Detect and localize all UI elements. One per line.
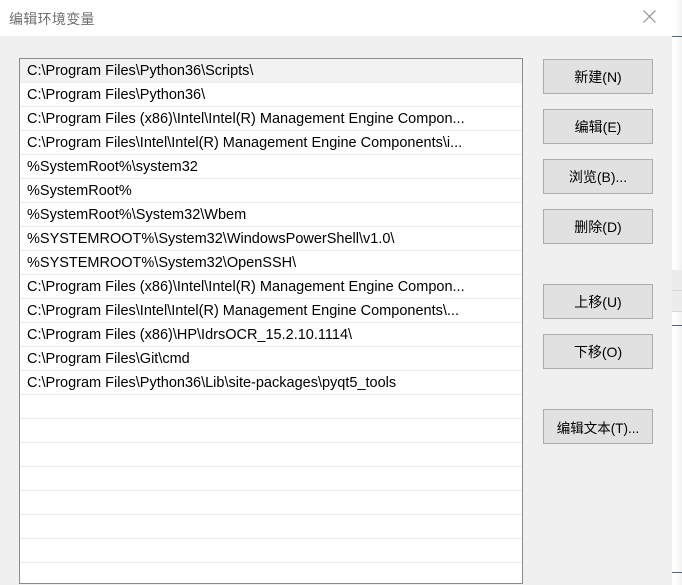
list-item-empty[interactable] [20, 467, 522, 491]
list-item[interactable]: %SYSTEMROOT%\System32\WindowsPowerShell\… [20, 227, 522, 251]
list-item[interactable]: C:\Program Files\Python36\Scripts\ [20, 59, 522, 83]
background-window-panel [672, 291, 682, 312]
list-item[interactable]: C:\Program Files\Intel\Intel(R) Manageme… [20, 299, 522, 323]
background-window-divider [672, 325, 682, 326]
list-item[interactable]: C:\Program Files (x86)\Intel\Intel(R) Ma… [20, 107, 522, 131]
background-window-divider [672, 572, 682, 573]
new-button[interactable]: 新建(N) [543, 59, 653, 94]
list-item-empty[interactable] [20, 539, 522, 563]
list-item-empty[interactable] [20, 419, 522, 443]
edit-text-button[interactable]: 编辑文本(T)... [543, 409, 653, 444]
delete-button[interactable]: 删除(D) [543, 209, 653, 244]
edit-button[interactable]: 编辑(E) [543, 109, 653, 144]
close-icon[interactable] [626, 0, 672, 32]
title-bar: 编辑环境变量 [0, 0, 672, 36]
list-item[interactable]: %SystemRoot%\System32\Wbem [20, 203, 522, 227]
dialog-content: C:\Program Files\Python36\Scripts\ C:\Pro… [0, 36, 672, 585]
browse-button[interactable]: 浏览(B)... [543, 159, 653, 194]
list-item[interactable]: %SYSTEMROOT%\System32\OpenSSH\ [20, 251, 522, 275]
list-item[interactable]: C:\Program Files\Intel\Intel(R) Manageme… [20, 131, 522, 155]
list-item[interactable]: %SystemRoot%\system32 [20, 155, 522, 179]
list-item[interactable]: C:\Program Files\Python36\Lib\site-packa… [20, 371, 522, 395]
window-title: 编辑环境变量 [9, 11, 95, 27]
list-item[interactable]: C:\Program Files (x86)\Intel\Intel(R) Ma… [20, 275, 522, 299]
list-item-empty[interactable] [20, 563, 522, 583]
list-item-empty[interactable] [20, 515, 522, 539]
list-item[interactable]: C:\Program Files (x86)\HP\IdrsOCR_15.2.1… [20, 323, 522, 347]
list-item-empty[interactable] [20, 491, 522, 515]
list-item-empty[interactable] [20, 395, 522, 419]
background-window-divider [672, 36, 682, 37]
move-down-button[interactable]: 下移(O) [543, 334, 653, 369]
list-item[interactable]: %SystemRoot% [20, 179, 522, 203]
path-entries-list[interactable]: C:\Program Files\Python36\Scripts\ C:\Pro… [19, 58, 523, 584]
background-window [672, 0, 682, 585]
background-window-panel [672, 270, 682, 291]
move-up-button[interactable]: 上移(U) [543, 284, 653, 319]
list-item[interactable]: C:\Program Files\Git\cmd [20, 347, 522, 371]
edit-environment-variable-dialog: 编辑环境变量 C:\Program Files\Python36\Scripts… [0, 0, 672, 585]
list-item-empty[interactable] [20, 443, 522, 467]
list-item[interactable]: C:\Program Files\Python36\ [20, 83, 522, 107]
